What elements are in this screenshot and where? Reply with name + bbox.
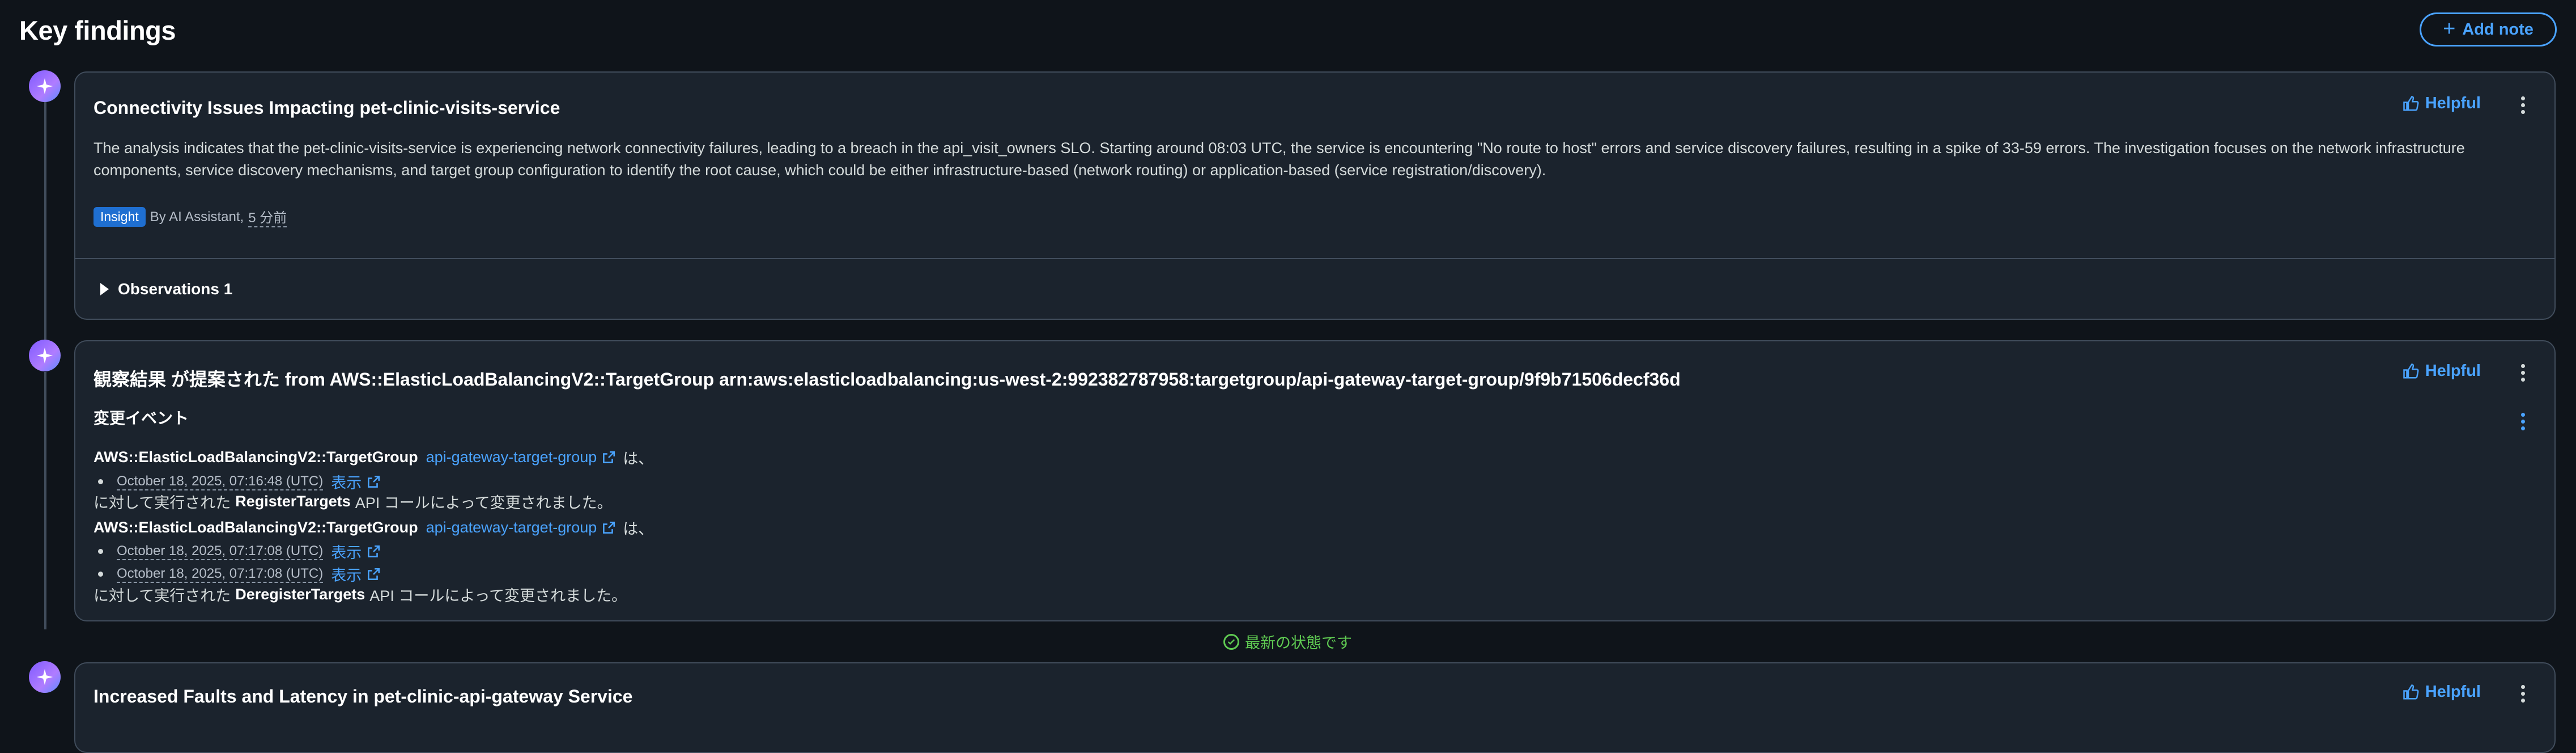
external-link-icon[interactable] bbox=[601, 521, 616, 535]
finding-meta: Insight By AI Assistant, 5 分前 bbox=[93, 206, 287, 227]
page-header: Key findings + Add note bbox=[19, 12, 2557, 51]
more-vertical-icon[interactable] bbox=[2520, 413, 2525, 430]
helpful-button[interactable]: Helpful bbox=[2403, 362, 2481, 380]
resource-link[interactable]: api-gateway-target-group bbox=[426, 519, 597, 536]
event-post: API コールによって変更されました。 bbox=[369, 587, 627, 604]
status-indicator: 最新の状態です bbox=[1223, 631, 1352, 653]
list-item: October 18, 2025, 07:17:08 (UTC) 表示 bbox=[98, 540, 388, 562]
more-vertical-icon[interactable] bbox=[2520, 685, 2525, 703]
helpful-label: Helpful bbox=[2425, 362, 2481, 380]
event-timestamp: October 18, 2025, 07:16:48 (UTC) bbox=[117, 473, 324, 490]
api-name: DeregisterTargets bbox=[235, 586, 365, 603]
more-vertical-icon[interactable] bbox=[2520, 364, 2525, 382]
event-pre: に対して実行された bbox=[93, 587, 231, 604]
divider bbox=[75, 258, 2554, 259]
observations-label: Observations 1 bbox=[118, 280, 233, 298]
timeline-line bbox=[44, 372, 46, 629]
add-note-button[interactable]: + Add note bbox=[2420, 12, 2557, 46]
api-name: RegisterTargets bbox=[235, 493, 351, 510]
thumbs-up-icon bbox=[2403, 684, 2419, 699]
helpful-label: Helpful bbox=[2425, 683, 2481, 701]
author-label: By AI Assistant, bbox=[150, 209, 244, 225]
external-link-icon[interactable] bbox=[366, 544, 381, 559]
section-label: 変更イベント bbox=[93, 409, 189, 427]
sparkle-icon bbox=[29, 70, 61, 102]
event-pre: に対して実行された bbox=[93, 494, 231, 511]
list-item: October 18, 2025, 07:16:48 (UTC) 表示 bbox=[98, 471, 388, 493]
helpful-label: Helpful bbox=[2425, 94, 2481, 112]
finding-card: Increased Faults and Latency in pet-clin… bbox=[74, 662, 2556, 753]
timestamp: 5 分前 bbox=[248, 206, 287, 227]
suffix: は、 bbox=[623, 450, 654, 467]
external-link-icon[interactable] bbox=[601, 450, 616, 465]
page-title: Key findings bbox=[19, 15, 176, 45]
card-title: Increased Faults and Latency in pet-clin… bbox=[93, 686, 633, 707]
show-link[interactable]: 表示 bbox=[331, 563, 362, 585]
plus-icon: + bbox=[2443, 16, 2456, 41]
check-circle-icon bbox=[1223, 633, 1239, 650]
show-link[interactable]: 表示 bbox=[331, 471, 362, 493]
card-title: Connectivity Issues Impacting pet-clinic… bbox=[93, 98, 560, 118]
more-vertical-icon[interactable] bbox=[2520, 96, 2525, 114]
insight-badge: Insight bbox=[93, 207, 146, 227]
resource-line: AWS::ElasticLoadBalancingV2::TargetGroup… bbox=[93, 517, 653, 539]
event-description: に対して実行された DeregisterTargets API コールによって変… bbox=[93, 583, 627, 606]
observations-toggle[interactable]: Observations 1 bbox=[100, 280, 232, 298]
card-title: 観察結果 が提案された from AWS::ElasticLoadBalanci… bbox=[93, 369, 1681, 390]
list-item: October 18, 2025, 07:17:08 (UTC) 表示 bbox=[98, 563, 388, 585]
show-link[interactable]: 表示 bbox=[331, 540, 362, 562]
observation-card: 観察結果 が提案された from AWS::ElasticLoadBalanci… bbox=[74, 340, 2556, 621]
finding-card: Connectivity Issues Impacting pet-clinic… bbox=[74, 71, 2556, 320]
bullet bbox=[98, 549, 103, 554]
resource-line: AWS::ElasticLoadBalancingV2::TargetGroup… bbox=[93, 446, 653, 468]
event-description: に対して実行された RegisterTargets API コールによって変更さ… bbox=[93, 490, 613, 513]
sparkle-icon bbox=[29, 340, 61, 371]
finding-summary: The analysis indicates that the pet-clin… bbox=[93, 139, 2465, 179]
thumbs-up-icon bbox=[2403, 95, 2419, 111]
status-text: 最新の状態です bbox=[1245, 634, 1352, 652]
timeline-line bbox=[44, 102, 46, 340]
add-note-label: Add note bbox=[2462, 20, 2534, 39]
event-timestamp: October 18, 2025, 07:17:08 (UTC) bbox=[117, 566, 324, 583]
thumbs-up-icon bbox=[2403, 363, 2419, 378]
bullet bbox=[98, 479, 103, 484]
helpful-button[interactable]: Helpful bbox=[2403, 683, 2481, 701]
external-link-icon[interactable] bbox=[366, 567, 381, 582]
sparkle-icon bbox=[29, 661, 61, 693]
external-link-icon[interactable] bbox=[366, 475, 381, 489]
helpful-button[interactable]: Helpful bbox=[2403, 94, 2481, 113]
event-post: API コールによって変更されました。 bbox=[355, 494, 613, 511]
resource-link[interactable]: api-gateway-target-group bbox=[426, 449, 597, 466]
bullet bbox=[98, 572, 103, 577]
resource-type: AWS::ElasticLoadBalancingV2::TargetGroup bbox=[93, 449, 418, 466]
suffix: は、 bbox=[623, 521, 654, 538]
caret-right-icon bbox=[100, 283, 109, 295]
resource-type: AWS::ElasticLoadBalancingV2::TargetGroup bbox=[93, 519, 418, 536]
event-timestamp: October 18, 2025, 07:17:08 (UTC) bbox=[117, 543, 324, 560]
